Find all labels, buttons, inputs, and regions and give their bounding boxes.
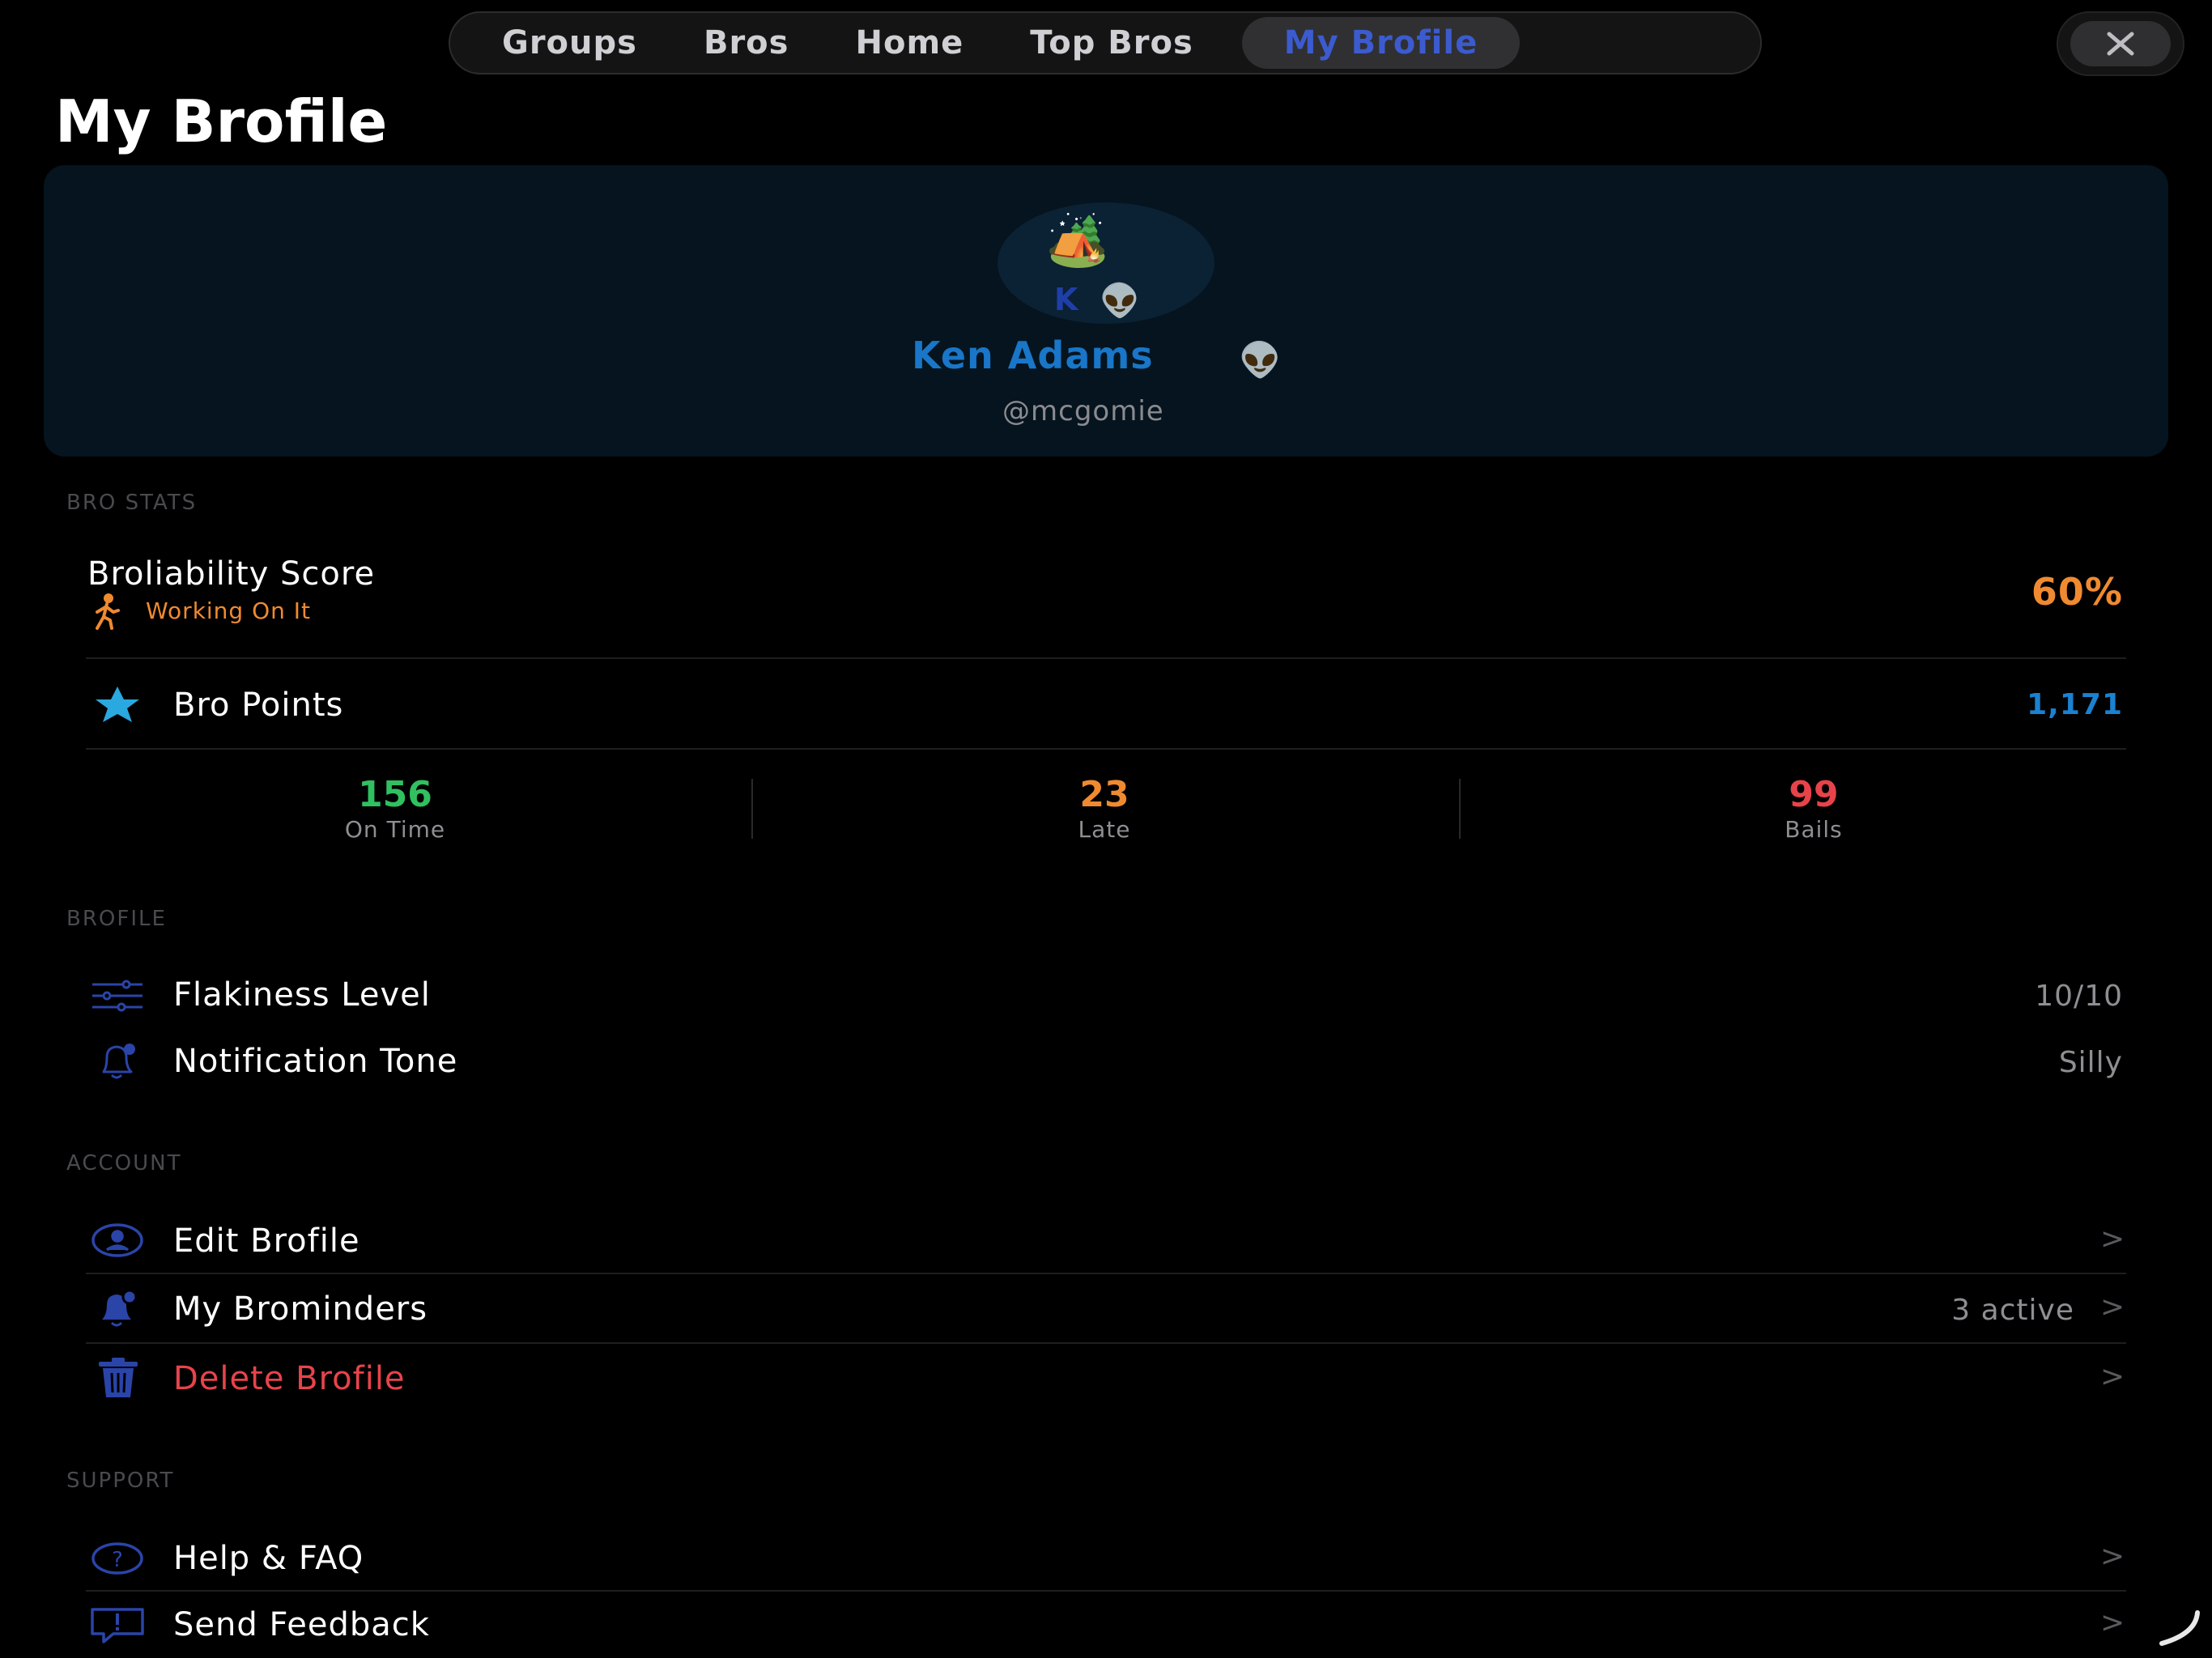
star-icon [89,685,146,727]
bro-points-value: 1,171 [2027,688,2123,721]
avatar-initial: K [1054,282,1078,317]
bails-count: 99 [1789,774,1839,815]
send-feedback-label[interactable]: Send Feedback [173,1606,430,1643]
tab-bros[interactable]: Bros [681,17,812,69]
chevron-right-icon: > [2100,1540,2125,1573]
svg-text:?: ? [112,1548,123,1572]
profile-handle: @mcgomie [1002,395,1164,427]
chevron-right-icon: > [2100,1290,2125,1324]
chevron-right-icon: > [2100,1606,2125,1639]
resize-handle-icon[interactable] [2155,1608,2204,1652]
camping-icon: 🏕️ [1046,210,1109,270]
divider [86,1342,2126,1344]
close-icon [2070,21,2171,66]
bell-icon [92,1039,143,1086]
bro-points-label: Bro Points [173,687,344,724]
top-tab-bar: Groups Bros Home Top Bros My Brofile [449,11,1762,74]
on-time-label: On Time [344,816,446,843]
section-label-support: SUPPORT [66,1469,175,1493]
notification-tone-value[interactable]: Silly [2059,1046,2123,1079]
flakiness-level-value[interactable]: 10/10 [2035,980,2123,1013]
notification-tone-label[interactable]: Notification Tone [173,1043,457,1080]
divider [86,748,2126,750]
stat-separator [1459,779,1461,839]
sliders-icon [91,980,144,1015]
tab-my-brofile[interactable]: My Brofile [1241,17,1521,69]
divider [86,657,2126,659]
bails-label: Bails [1784,816,1843,843]
edit-brofile-label[interactable]: Edit Brofile [173,1222,360,1260]
broliability-label: Broliability Score [87,555,376,593]
broliability-status: Working On It [146,597,312,624]
on-time-count: 156 [358,774,432,815]
section-label-bro-stats: BRO STATS [66,491,198,515]
chevron-right-icon: > [2100,1360,2125,1393]
section-label-account: ACCOUNT [66,1151,182,1175]
divider [86,1590,2126,1592]
profile-name: Ken Adams [912,334,1154,377]
divider [86,1273,2126,1274]
bell-badge-icon [92,1287,143,1334]
chevron-right-icon: > [2100,1222,2125,1256]
feedback-icon [89,1606,146,1648]
late-label: Late [1078,816,1131,843]
alien-icon: 👽 [1239,340,1282,380]
alien-icon: 👽 [1100,283,1140,320]
section-label-brofile: BROFILE [66,907,167,931]
late-count: 23 [1079,774,1129,815]
tab-top-bros[interactable]: Top Bros [1007,17,1216,69]
flakiness-level-label[interactable]: Flakiness Level [173,976,431,1014]
question-circle-icon: ? [91,1541,144,1579]
help-faq-label[interactable]: Help & FAQ [173,1540,364,1577]
delete-brofile-label[interactable]: Delete Brofile [173,1360,406,1397]
tab-groups[interactable]: Groups [479,17,660,69]
person-circle-icon [91,1222,144,1261]
brominders-count: 3 active [1951,1294,2074,1327]
trash-icon [96,1357,141,1402]
walking-icon [87,593,126,635]
close-button[interactable] [2057,11,2184,76]
stat-separator [751,779,753,839]
my-brominders-label[interactable]: My Brominders [173,1290,428,1328]
broliability-value: 60% [2031,570,2123,614]
page-title: My Brofile [55,87,388,155]
tab-home[interactable]: Home [832,17,986,69]
